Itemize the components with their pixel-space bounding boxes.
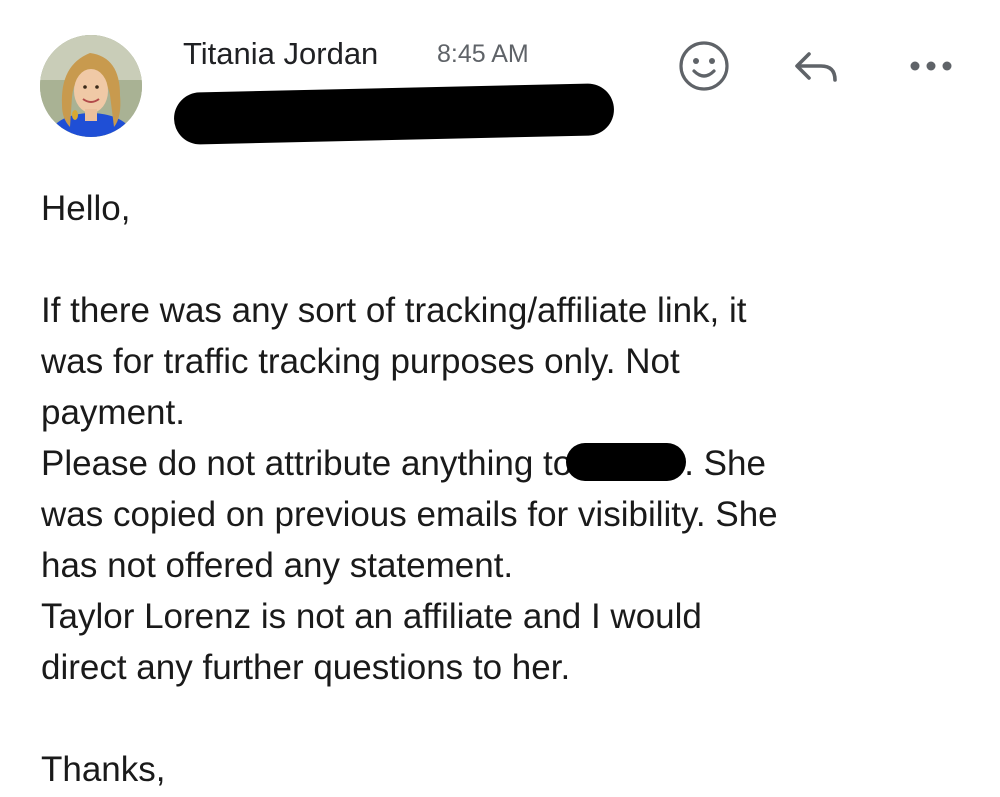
body-line: payment. xyxy=(41,393,185,432)
sender-avatar[interactable] xyxy=(40,35,142,137)
more-horizontal-icon[interactable] xyxy=(902,46,960,86)
body-line: If there was any sort of tracking/affili… xyxy=(41,291,747,330)
body-line: has not offered any statement. xyxy=(41,546,514,585)
body-line: Taylor Lorenz is not an affiliate and I … xyxy=(41,597,702,636)
redacted-name xyxy=(566,443,687,481)
avatar-photo xyxy=(40,35,142,137)
sender-name: Titania Jordan xyxy=(183,36,379,71)
body-line: was for traffic tracking purposes only. … xyxy=(41,342,680,381)
email-body: Hello, If there was any sort of tracking… xyxy=(41,183,981,795)
greeting: Hello, xyxy=(41,189,131,228)
smiley-face-icon[interactable] xyxy=(676,38,732,94)
redacted-recipient xyxy=(173,83,615,145)
email-header: Titania Jordan 8:45 AM xyxy=(0,0,1000,170)
body-text-segment: Please do not attribute anything to xyxy=(41,444,573,483)
body-line-with-redaction: Please do not attribute anything to . She xyxy=(41,438,981,489)
closing: Thanks, xyxy=(41,750,166,789)
reply-arrow-icon[interactable] xyxy=(788,40,844,92)
body-text-segment: . She xyxy=(684,444,766,483)
body-line: was copied on previous emails for visibi… xyxy=(41,495,778,534)
email-timestamp: 8:45 AM xyxy=(437,40,529,68)
body-line: direct any further questions to her. xyxy=(41,648,571,687)
